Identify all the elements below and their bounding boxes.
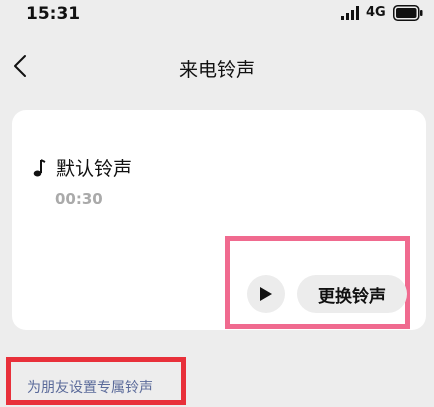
status-bar: 15:31 4G — [0, 0, 434, 30]
status-time: 15:31 — [26, 4, 81, 24]
change-ringtone-button[interactable]: 更换铃声 — [297, 275, 407, 313]
play-button[interactable] — [247, 275, 285, 313]
battery-icon — [393, 5, 423, 21]
music-note-icon — [33, 158, 46, 176]
play-icon — [260, 287, 272, 301]
network-label: 4G — [366, 5, 386, 20]
page-title: 来电铃声 — [178, 59, 255, 81]
nav-bar: 来电铃声 — [0, 40, 434, 90]
ringtone-duration: 00:30 — [55, 190, 103, 208]
signal-icon — [341, 6, 359, 20]
ringtone-row: 默认铃声 — [32, 154, 132, 181]
set-friend-ringtone-link[interactable]: 为朋友设置专属铃声 — [27, 377, 153, 397]
ringtone-name: 默认铃声 — [56, 158, 133, 180]
